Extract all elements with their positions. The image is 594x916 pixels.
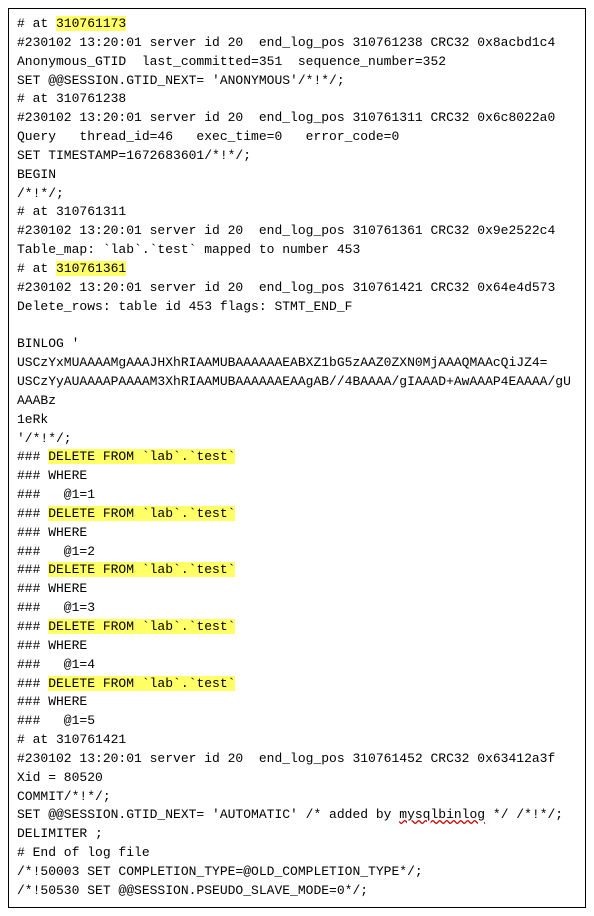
log-text: BEGIN xyxy=(17,167,56,182)
log-line: ### WHERE xyxy=(17,467,577,486)
log-line: #230102 13:20:01 server id 20 end_log_po… xyxy=(17,34,577,72)
log-text: # at xyxy=(17,16,56,31)
log-line: ### @1=5 xyxy=(17,712,577,731)
log-text: ### xyxy=(17,562,48,577)
log-line: #230102 13:20:01 server id 20 end_log_po… xyxy=(17,279,577,317)
log-text: 1eRk xyxy=(17,412,48,427)
log-text: # at 310761311 xyxy=(17,204,126,219)
log-line: ### WHERE xyxy=(17,580,577,599)
log-line: SET @@SESSION.GTID_NEXT= 'ANONYMOUS'/*!*… xyxy=(17,72,577,91)
log-text: # End of log file xyxy=(17,845,150,860)
log-text: #230102 13:20:01 server id 20 end_log_po… xyxy=(17,110,579,144)
log-line: #230102 13:20:01 server id 20 end_log_po… xyxy=(17,109,577,147)
log-line: ### DELETE FROM `lab`.`test` xyxy=(17,675,577,694)
log-text: # at xyxy=(17,261,56,276)
log-line: ### @1=4 xyxy=(17,656,577,675)
log-line: SET @@SESSION.GTID_NEXT= 'AUTOMATIC' /* … xyxy=(17,806,577,825)
log-text: ### xyxy=(17,619,48,634)
highlighted-text: DELETE FROM `lab`.`test` xyxy=(48,506,235,521)
log-line: /*!*/; xyxy=(17,185,577,204)
log-line: #230102 13:20:01 server id 20 end_log_po… xyxy=(17,750,577,788)
log-line: ### DELETE FROM `lab`.`test` xyxy=(17,561,577,580)
log-text: ### xyxy=(17,449,48,464)
log-line: USCzYxMUAAAAMgAAAJHXhRIAAMUBAAAAAAEABXZ1… xyxy=(17,354,577,373)
log-line: ### @1=2 xyxy=(17,543,577,562)
log-text: #230102 13:20:01 server id 20 end_log_po… xyxy=(17,280,579,314)
log-text: ### WHERE xyxy=(17,525,87,540)
log-text: ### xyxy=(17,506,48,521)
log-text: SET @@SESSION.GTID_NEXT= 'ANONYMOUS'/*!*… xyxy=(17,73,345,88)
log-line: 1eRk xyxy=(17,411,577,430)
log-text: ### WHERE xyxy=(17,638,87,653)
log-text: # at 310761421 xyxy=(17,732,126,747)
log-line: # at 310761173 xyxy=(17,15,577,34)
log-line: ### @1=3 xyxy=(17,599,577,618)
log-text: ### @1=3 xyxy=(17,600,95,615)
log-line: USCzYyAUAAAAPAAAAM3XhRIAAMUBAAAAAAEAAgAB… xyxy=(17,373,577,411)
log-text: ### WHERE xyxy=(17,468,87,483)
log-text: USCzYxMUAAAAMgAAAJHXhRIAAMUBAAAAAAEABXZ1… xyxy=(17,355,548,370)
log-line: ### DELETE FROM `lab`.`test` xyxy=(17,448,577,467)
log-text: ### @1=2 xyxy=(17,544,95,559)
log-line: ### @1=1 xyxy=(17,486,577,505)
log-text: USCzYyAUAAAAPAAAAM3XhRIAAMUBAAAAAAEAAgAB… xyxy=(17,374,571,408)
log-line: BINLOG ' xyxy=(17,335,577,354)
log-line xyxy=(17,317,577,336)
highlighted-text: DELETE FROM `lab`.`test` xyxy=(48,619,235,634)
log-line: #230102 13:20:01 server id 20 end_log_po… xyxy=(17,222,577,260)
log-line: BEGIN xyxy=(17,166,577,185)
log-text: */ /*!*/; xyxy=(485,807,563,822)
log-text: #230102 13:20:01 server id 20 end_log_po… xyxy=(17,751,579,785)
log-line: # at 310761421 xyxy=(17,731,577,750)
log-text: #230102 13:20:01 server id 20 end_log_po… xyxy=(17,223,579,257)
log-line: '/*!*/; xyxy=(17,430,577,449)
log-text: ### @1=1 xyxy=(17,487,95,502)
log-text: ### WHERE xyxy=(17,581,87,596)
log-line: ### WHERE xyxy=(17,524,577,543)
underlined-text: mysqlbinlog xyxy=(399,807,485,822)
log-text: ### xyxy=(17,676,48,691)
log-text: /*!50530 SET @@SESSION.PSEUDO_SLAVE_MODE… xyxy=(17,883,368,898)
log-text: #230102 13:20:01 server id 20 end_log_po… xyxy=(17,35,579,69)
log-text: ### @1=4 xyxy=(17,657,95,672)
log-line: ### DELETE FROM `lab`.`test` xyxy=(17,618,577,637)
log-text: SET TIMESTAMP=1672683601/*!*/; xyxy=(17,148,251,163)
log-text: BINLOG ' xyxy=(17,336,79,351)
log-line: # End of log file xyxy=(17,844,577,863)
log-text: ### WHERE xyxy=(17,694,87,709)
log-line: /*!50530 SET @@SESSION.PSEUDO_SLAVE_MODE… xyxy=(17,882,577,901)
log-line: # at 310761311 xyxy=(17,203,577,222)
log-line: ### WHERE xyxy=(17,637,577,656)
log-line: # at 310761361 xyxy=(17,260,577,279)
log-line: ### DELETE FROM `lab`.`test` xyxy=(17,505,577,524)
binlog-output-box: # at 310761173#230102 13:20:01 server id… xyxy=(8,8,586,908)
log-text: DELIMITER ; xyxy=(17,826,103,841)
log-text: SET @@SESSION.GTID_NEXT= 'AUTOMATIC' /* … xyxy=(17,807,399,822)
log-text: # at 310761238 xyxy=(17,91,126,106)
log-text: /*!50003 SET COMPLETION_TYPE=@OLD_COMPLE… xyxy=(17,864,423,879)
log-text: /*!*/; xyxy=(17,186,64,201)
log-text: ### @1=5 xyxy=(17,713,95,728)
log-line: # at 310761238 xyxy=(17,90,577,109)
highlighted-text: DELETE FROM `lab`.`test` xyxy=(48,449,235,464)
log-text: '/*!*/; xyxy=(17,431,72,446)
log-line: SET TIMESTAMP=1672683601/*!*/; xyxy=(17,147,577,166)
log-line: ### WHERE xyxy=(17,693,577,712)
log-line: DELIMITER ; xyxy=(17,825,577,844)
highlighted-text: 310761361 xyxy=(56,261,126,276)
log-text: COMMIT/*!*/; xyxy=(17,789,111,804)
highlighted-text: 310761173 xyxy=(56,16,126,31)
highlighted-text: DELETE FROM `lab`.`test` xyxy=(48,676,235,691)
log-line: COMMIT/*!*/; xyxy=(17,788,577,807)
log-line: /*!50003 SET COMPLETION_TYPE=@OLD_COMPLE… xyxy=(17,863,577,882)
highlighted-text: DELETE FROM `lab`.`test` xyxy=(48,562,235,577)
